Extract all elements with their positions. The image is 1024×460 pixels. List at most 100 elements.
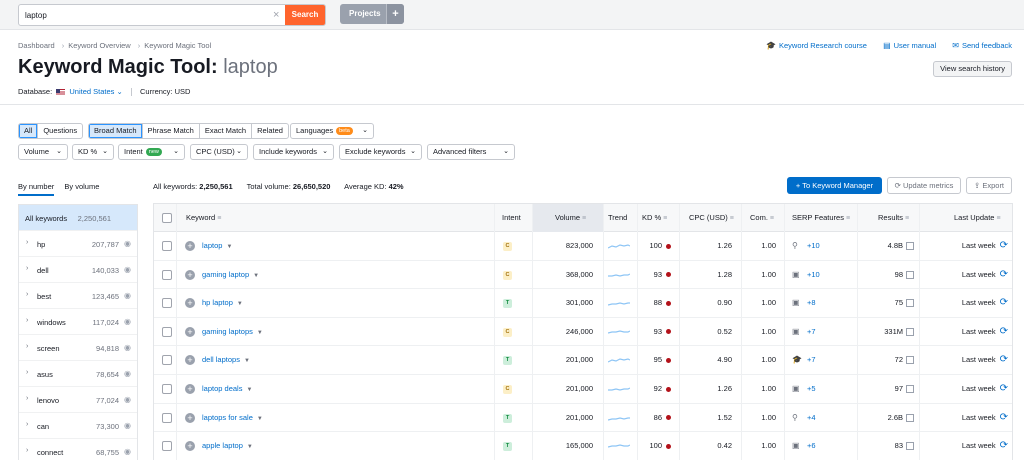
serp-features-more[interactable]: +10 xyxy=(807,261,820,289)
breadcrumb-dashboard[interactable]: Dashboard xyxy=(18,41,55,50)
add-project-icon[interactable]: + xyxy=(386,4,404,24)
refresh-icon[interactable]: ⟳ xyxy=(1000,240,1008,251)
header-volume[interactable]: Volume ≡ xyxy=(555,204,586,232)
tab-broad-match[interactable]: Broad Match xyxy=(89,124,143,138)
keyword-link[interactable]: gaming laptop ▼ xyxy=(202,270,259,279)
refresh-icon[interactable]: ⟳ xyxy=(1000,440,1008,451)
row-checkbox[interactable] xyxy=(162,441,172,452)
keyword-link[interactable]: laptop ▼ xyxy=(202,241,232,250)
keyword-link[interactable]: laptops for sale ▼ xyxy=(202,413,263,422)
keyword-link[interactable]: laptop deals ▼ xyxy=(202,384,252,393)
include-keywords-filter[interactable]: Include keywords ⌄ xyxy=(253,144,334,160)
search-button[interactable]: Search xyxy=(285,5,325,25)
serp-snapshot-icon[interactable] xyxy=(906,442,914,451)
eye-icon[interactable]: ◉ xyxy=(124,421,131,430)
caret-down-icon[interactable]: ▼ xyxy=(246,387,252,393)
row-checkbox[interactable] xyxy=(162,298,172,309)
serp-snapshot-icon[interactable] xyxy=(906,385,914,394)
caret-down-icon[interactable]: ▼ xyxy=(257,416,263,422)
languages-dropdown[interactable]: Languages beta ⌄ xyxy=(290,123,374,139)
update-metrics-button[interactable]: ⟳ Update metrics xyxy=(887,177,961,194)
header-com[interactable]: Com. ≡ xyxy=(750,204,774,232)
header-last-update[interactable]: Last Update ≡ xyxy=(954,204,1001,232)
refresh-icon[interactable]: ⟳ xyxy=(1000,269,1008,280)
serp-features-more[interactable]: +4 xyxy=(807,404,816,432)
row-checkbox[interactable] xyxy=(162,326,172,337)
group-item[interactable]: › can 73,300 ◉ xyxy=(19,413,137,439)
keyword-cell[interactable]: gaming laptops ▼ xyxy=(202,318,263,346)
database-selector[interactable]: United States ⌄ xyxy=(69,87,122,96)
to-keyword-manager-button[interactable]: + To Keyword Manager xyxy=(787,177,882,194)
serp-snapshot-icon[interactable] xyxy=(906,270,914,279)
serp-snapshot-icon[interactable] xyxy=(906,242,914,251)
tab-exact-match[interactable]: Exact Match xyxy=(200,124,253,138)
eye-icon[interactable]: ◉ xyxy=(124,447,131,456)
user-manual-link[interactable]: ▤ User manual xyxy=(883,41,936,50)
group-all-keywords[interactable]: All keywords 2,250,561 xyxy=(19,205,137,231)
group-item[interactable]: › dell 140,033 ◉ xyxy=(19,257,137,283)
add-to-list-icon[interactable]: + xyxy=(185,441,195,452)
add-to-list-icon[interactable]: + xyxy=(185,384,195,394)
clear-icon[interactable]: × xyxy=(273,8,279,22)
serp-snapshot-icon[interactable] xyxy=(906,356,914,365)
add-to-list-icon[interactable]: + xyxy=(185,412,195,423)
add-to-list-icon[interactable]: + xyxy=(185,355,195,366)
serp-snapshot-icon[interactable] xyxy=(906,413,914,422)
advanced-filters[interactable]: Advanced filters ⌄ xyxy=(427,144,515,160)
row-checkbox[interactable] xyxy=(162,269,172,280)
serp-snapshot-icon[interactable] xyxy=(906,327,914,336)
keyword-cell[interactable]: laptops for sale ▼ xyxy=(202,404,263,432)
add-to-list-icon[interactable]: + xyxy=(185,241,195,251)
group-item[interactable]: › hp 207,787 ◉ xyxy=(19,231,137,257)
row-checkbox[interactable] xyxy=(162,355,172,366)
header-serp[interactable]: SERP Features ≡ xyxy=(792,204,850,232)
select-all-checkbox[interactable] xyxy=(162,213,172,223)
keyword-link[interactable]: gaming laptops ▼ xyxy=(202,327,263,336)
export-button[interactable]: ⇪ Export xyxy=(966,177,1012,194)
serp-features-more[interactable]: +7 xyxy=(807,346,816,374)
caret-down-icon[interactable]: ▼ xyxy=(237,301,243,307)
intent-filter[interactable]: Intent new ⌄ xyxy=(118,144,185,160)
view-search-history-button[interactable]: View search history xyxy=(933,61,1012,77)
group-item[interactable]: › best 123,465 ◉ xyxy=(19,283,137,309)
refresh-icon[interactable]: ⟳ xyxy=(1000,354,1008,365)
serp-features-more[interactable]: +8 xyxy=(807,289,816,317)
keyword-link[interactable]: dell laptops ▼ xyxy=(202,355,250,364)
row-checkbox[interactable] xyxy=(162,412,172,423)
serp-features-more[interactable]: +5 xyxy=(807,375,816,403)
keyword-cell[interactable]: hp laptop ▼ xyxy=(202,289,243,317)
projects-button[interactable]: Projects + xyxy=(340,4,404,24)
caret-down-icon[interactable]: ▼ xyxy=(257,330,263,336)
add-to-list-icon[interactable]: + xyxy=(185,298,195,309)
group-item[interactable]: › asus 78,654 ◉ xyxy=(19,361,137,387)
keyword-cell[interactable]: gaming laptop ▼ xyxy=(202,261,259,289)
group-item[interactable]: › lenovo 77,024 ◉ xyxy=(19,387,137,413)
send-feedback-link[interactable]: ✉ Send feedback xyxy=(952,41,1012,50)
caret-down-icon[interactable]: ▼ xyxy=(247,444,253,450)
header-cpc[interactable]: CPC (USD) ≡ xyxy=(689,204,734,232)
tab-questions[interactable]: Questions xyxy=(38,124,82,138)
keyword-cell[interactable]: laptop deals ▼ xyxy=(202,375,252,403)
group-item[interactable]: › windows 117,024 ◉ xyxy=(19,309,137,335)
eye-icon[interactable]: ◉ xyxy=(124,343,131,352)
eye-icon[interactable]: ◉ xyxy=(124,239,131,248)
refresh-icon[interactable]: ⟳ xyxy=(1000,412,1008,423)
group-item[interactable]: › connect 68,755 ◉ xyxy=(19,439,137,460)
tab-all[interactable]: All xyxy=(19,124,39,138)
keyword-cell[interactable]: apple laptop ▼ xyxy=(202,432,253,460)
refresh-icon[interactable]: ⟳ xyxy=(1000,326,1008,337)
refresh-icon[interactable]: ⟳ xyxy=(1000,297,1008,308)
serp-features-more[interactable]: +10 xyxy=(807,232,820,260)
tab-by-volume[interactable]: By volume xyxy=(64,182,99,194)
tab-phrase-match[interactable]: Phrase Match xyxy=(143,124,200,138)
eye-icon[interactable]: ◉ xyxy=(124,395,131,404)
exclude-keywords-filter[interactable]: Exclude keywords ⌄ xyxy=(339,144,422,160)
keyword-link[interactable]: apple laptop ▼ xyxy=(202,441,253,450)
serp-snapshot-icon[interactable] xyxy=(906,299,914,308)
cpc-filter[interactable]: CPC (USD) ⌄ xyxy=(190,144,248,160)
keyword-link[interactable]: hp laptop ▼ xyxy=(202,298,243,307)
refresh-icon[interactable]: ⟳ xyxy=(1000,383,1008,394)
serp-features-more[interactable]: +7 xyxy=(807,318,816,346)
kd-filter[interactable]: KD % ⌄ xyxy=(72,144,114,160)
eye-icon[interactable]: ◉ xyxy=(124,317,131,326)
